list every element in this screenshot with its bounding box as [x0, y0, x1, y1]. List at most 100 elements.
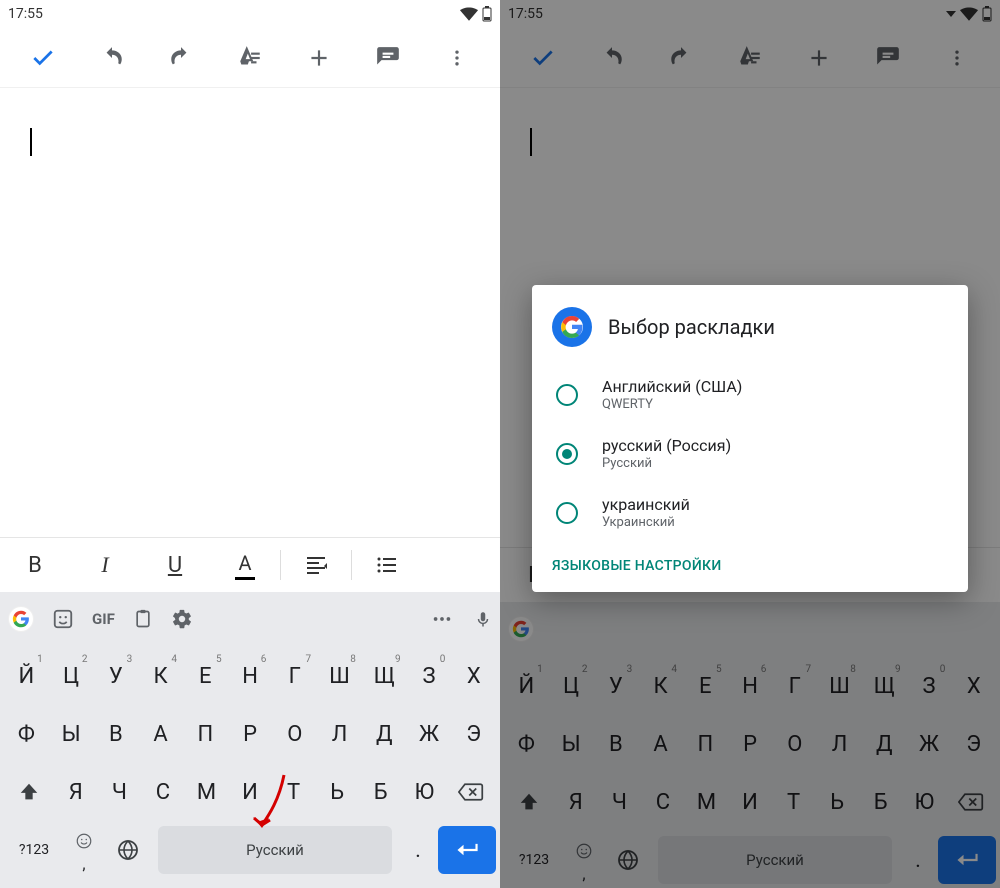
sticker-icon — [52, 608, 74, 630]
suggestions-bar: GIF — [0, 592, 500, 646]
text-color-button[interactable]: A — [210, 538, 280, 593]
option-primary-label: Английский (США) — [602, 377, 742, 396]
battery-icon — [482, 6, 492, 22]
key-А[interactable]: А — [138, 710, 183, 758]
language-settings-link[interactable]: ЯЗЫКОВЫЕ НАСТРОЙКИ — [552, 558, 948, 574]
symbols-key[interactable]: ?123 — [4, 826, 64, 874]
document-area[interactable] — [0, 88, 500, 537]
period-key[interactable]: . — [398, 826, 438, 874]
key-Д[interactable]: Д — [362, 710, 407, 758]
screen-right: 17:55 B I U — [500, 0, 1000, 888]
sticker-button[interactable] — [52, 608, 74, 630]
format-bar: B I U A — [0, 537, 500, 592]
keyboard-row-3: ЯЧСМИТЬБЮ — [4, 768, 496, 816]
redo-button[interactable] — [161, 38, 201, 78]
key-Щ[interactable]: Щ9 — [362, 652, 407, 700]
done-button[interactable] — [23, 38, 63, 78]
status-time: 17:55 — [8, 6, 43, 22]
radio-button[interactable] — [556, 384, 578, 406]
status-icons — [460, 6, 492, 22]
key-Н[interactable]: Н6 — [228, 652, 273, 700]
menu-button[interactable] — [437, 38, 477, 78]
key-Р[interactable]: Р — [228, 710, 273, 758]
radio-button[interactable] — [556, 502, 578, 524]
text-cursor — [30, 128, 32, 156]
language-switch-key[interactable] — [104, 826, 152, 874]
app-toolbar — [0, 28, 500, 88]
key-Г[interactable]: Г7 — [272, 652, 317, 700]
space-key[interactable]: Русский — [158, 826, 392, 874]
key-С[interactable]: С — [141, 768, 185, 816]
enter-key[interactable] — [438, 826, 496, 874]
key-К[interactable]: К4 — [138, 652, 183, 700]
align-button[interactable] — [281, 538, 351, 593]
key-З[interactable]: З0 — [407, 652, 452, 700]
screen-left: 17:55 B I U — [0, 0, 500, 888]
google-icon — [12, 610, 30, 628]
key-Б[interactable]: Б — [359, 768, 403, 816]
backspace-icon — [458, 782, 484, 802]
key-Й[interactable]: Й1 — [4, 652, 49, 700]
list-button[interactable] — [352, 538, 422, 593]
format-button[interactable] — [230, 38, 270, 78]
key-Ю[interactable]: Ю — [403, 768, 447, 816]
italic-button[interactable]: I — [70, 538, 140, 593]
bold-button[interactable]: B — [0, 538, 70, 593]
backspace-key[interactable] — [446, 768, 496, 816]
key-П[interactable]: П — [183, 710, 228, 758]
option-primary-label: русский (Россия) — [602, 436, 731, 455]
key-Т[interactable]: Т — [272, 768, 316, 816]
enter-icon — [454, 840, 480, 860]
undo-button[interactable] — [92, 38, 132, 78]
shift-key[interactable] — [4, 768, 54, 816]
gif-button[interactable]: GIF — [92, 610, 115, 628]
redo-icon — [168, 45, 194, 71]
layout-option[interactable]: украинскийУкраинский — [552, 483, 948, 542]
gear-icon — [171, 608, 193, 630]
plus-icon — [306, 45, 332, 71]
keyboard-row-4: ?123 , Русский . — [4, 826, 496, 874]
comments-button[interactable] — [368, 38, 408, 78]
key-У[interactable]: У3 — [93, 652, 138, 700]
option-primary-label: украинский — [602, 495, 690, 514]
mic-icon — [474, 607, 492, 631]
wifi-icon — [460, 7, 478, 21]
key-Ф[interactable]: Ф — [4, 710, 49, 758]
emoji-key[interactable]: , — [64, 826, 104, 874]
option-secondary-label: Русский — [602, 456, 731, 471]
key-О[interactable]: О — [272, 710, 317, 758]
option-secondary-label: QWERTY — [602, 397, 742, 412]
more-suggestions-button[interactable] — [428, 608, 456, 630]
key-Ж[interactable]: Ж — [407, 710, 452, 758]
clipboard-button[interactable] — [133, 608, 153, 630]
dialog-title: Выбор раскладки — [608, 315, 775, 339]
add-button[interactable] — [299, 38, 339, 78]
key-Я[interactable]: Я — [54, 768, 98, 816]
gboard-app-icon — [552, 307, 592, 347]
key-И[interactable]: И — [228, 768, 272, 816]
bullet-list-icon — [375, 553, 399, 577]
key-Ш[interactable]: Ш8 — [317, 652, 362, 700]
layout-option[interactable]: русский (Россия)Русский — [552, 424, 948, 483]
more-horiz-icon — [428, 608, 456, 630]
more-vert-icon — [447, 45, 467, 71]
clipboard-icon — [133, 608, 153, 630]
radio-button[interactable] — [556, 443, 578, 465]
key-Ц[interactable]: Ц2 — [49, 652, 94, 700]
dialog-header: Выбор раскладки — [552, 307, 948, 347]
key-Х[interactable]: Х — [451, 652, 496, 700]
settings-button[interactable] — [171, 608, 193, 630]
key-Е[interactable]: Е5 — [183, 652, 228, 700]
layout-option[interactable]: Английский (США)QWERTY — [552, 365, 948, 424]
voice-input-button[interactable] — [474, 607, 492, 631]
key-Ь[interactable]: Ь — [315, 768, 359, 816]
key-Э[interactable]: Э — [451, 710, 496, 758]
key-М[interactable]: М — [185, 768, 229, 816]
key-Ы[interactable]: Ы — [49, 710, 94, 758]
key-Ч[interactable]: Ч — [98, 768, 142, 816]
google-search-button[interactable] — [8, 606, 34, 632]
key-Л[interactable]: Л — [317, 710, 362, 758]
underline-button[interactable]: U — [140, 538, 210, 593]
key-В[interactable]: В — [93, 710, 138, 758]
shift-icon — [18, 781, 40, 803]
